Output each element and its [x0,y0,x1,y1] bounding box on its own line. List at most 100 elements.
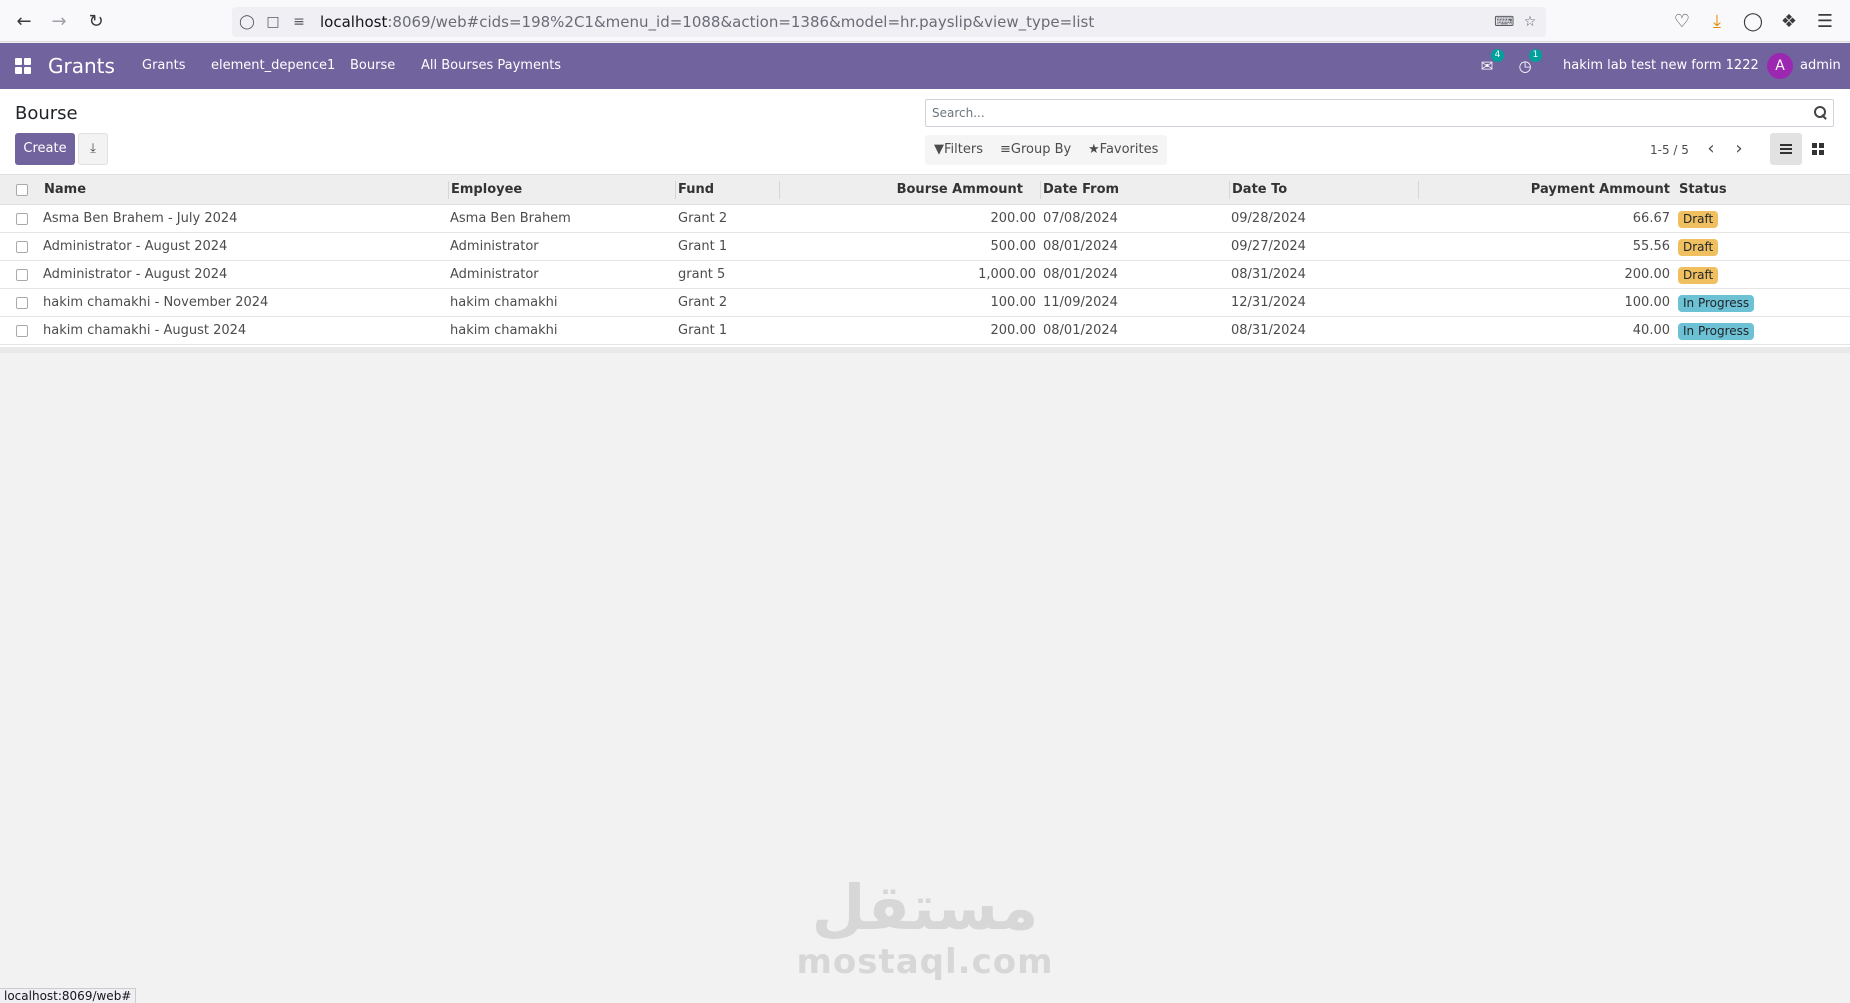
filters-button[interactable]: ▼Filters [934,135,983,165]
column-divider[interactable] [1040,181,1041,199]
user-avatar[interactable]: A [1767,53,1793,79]
apps-grid-icon[interactable] [15,58,32,75]
menu-grants[interactable]: Grants [142,57,186,75]
row-checkbox[interactable] [16,213,28,225]
column-divider[interactable] [675,181,676,199]
cell-name: hakim chamakhi - November 2024 [43,295,269,310]
table-row[interactable]: hakim chamakhi - November 2024 hakim cha… [0,289,1850,317]
cell-bourse-amount: 100.00 [990,295,1037,310]
permissions-icon[interactable]: ≡ [290,13,308,31]
search-input[interactable] [926,100,1806,126]
export-download-icon[interactable]: ⤓ [78,133,108,165]
cell-name: Administrator - August 2024 [43,239,228,254]
page-info-icon[interactable]: □ [264,13,282,31]
menu-element-depence1[interactable]: element_depence1 [211,57,335,75]
table-row[interactable]: Administrator - August 2024 Administrato… [0,233,1850,261]
pager-value[interactable]: 1-5 / 5 [1650,141,1689,159]
cell-payment-amount: 55.56 [1632,239,1670,254]
search-bar [925,99,1834,127]
cell-bourse-amount: 200.00 [990,323,1037,338]
cell-bourse-amount: 500.00 [990,239,1037,254]
pager-previous-icon[interactable]: ‹ [1700,137,1722,161]
favorites-button[interactable]: ★Favorites [1088,135,1158,165]
cell-fund: Grant 2 [678,295,728,310]
status-badge: In Progress [1678,295,1755,312]
address-bar[interactable]: ◯ □ ≡ localhost:8069/web#cids=198%2C1&me… [232,7,1546,37]
translate-icon[interactable]: ⌨ [1494,13,1514,31]
list-view-table: Name Employee Fund Bourse Ammount Date F… [0,175,1850,353]
row-checkbox[interactable] [16,325,28,337]
cell-bourse-amount: 1,000.00 [978,267,1036,282]
list-view-icon[interactable] [1770,133,1802,165]
cell-date-from: 11/09/2024 [1043,295,1118,310]
reload-icon[interactable]: ↻ [84,10,108,34]
main-navbar: Grants Grants element_depence1 Bourse Al… [0,43,1850,89]
cell-fund: Grant 2 [678,211,728,226]
table-header: Name Employee Fund Bourse Ammount Date F… [0,175,1850,205]
column-bourse-amount[interactable]: Bourse Ammount [897,175,1023,205]
forward-arrow-icon[interactable]: → [47,10,71,34]
table-row[interactable]: Asma Ben Brahem - July 2024 Asma Ben Bra… [0,205,1850,233]
column-name[interactable]: Name [44,175,86,205]
funnel-icon: ▼ [934,142,944,157]
activities-clock-icon[interactable]: ◷ 1 [1514,49,1542,76]
page-title: Bourse [15,103,78,124]
row-checkbox[interactable] [16,269,28,281]
cell-employee: hakim chamakhi [450,295,558,310]
download-icon[interactable]: ⤓ [1705,10,1729,34]
select-all-checkbox[interactable] [16,184,28,196]
create-button[interactable]: Create [15,133,75,165]
group-by-button[interactable]: ≡Group By [1000,135,1071,165]
cell-name: Asma Ben Brahem - July 2024 [43,211,238,226]
url-text[interactable]: localhost:8069/web#cids=198%2C1&menu_id=… [320,13,1094,31]
column-divider[interactable] [1418,181,1419,199]
menu-all-bourses-payments[interactable]: All Bourses Payments [421,57,561,75]
company-switcher[interactable]: hakim lab test new form 1222 [1563,57,1759,75]
row-checkbox[interactable] [16,297,28,309]
search-icon[interactable] [1813,105,1829,121]
user-menu[interactable]: admin [1800,57,1841,75]
column-status[interactable]: Status [1679,175,1727,205]
cell-date-to: 12/31/2024 [1231,295,1306,310]
activities-count-badge: 1 [1529,49,1542,62]
status-badge: Draft [1678,239,1719,256]
group-by-label: Group By [1010,142,1072,157]
cell-fund: grant 5 [678,267,726,282]
pocket-icon[interactable]: ♡ [1670,10,1694,34]
column-fund[interactable]: Fund [678,175,714,205]
cell-fund: Grant 1 [678,239,728,254]
messages-count-badge: 4 [1491,49,1504,62]
star-icon: ★ [1088,142,1100,157]
shield-icon[interactable]: ◯ [238,13,256,31]
column-employee[interactable]: Employee [451,175,522,205]
app-name[interactable]: Grants [48,53,115,79]
pager-next-icon[interactable]: › [1728,137,1750,161]
cell-date-from: 08/01/2024 [1043,239,1118,254]
cell-name: hakim chamakhi - August 2024 [43,323,247,338]
column-divider[interactable] [779,181,780,199]
messages-icon[interactable]: ✉ 4 [1476,49,1504,76]
url-path: :8069/web#cids=198%2C1&menu_id=1088&acti… [387,13,1095,31]
watermark-latin: mostaql.com [796,942,1054,982]
row-checkbox[interactable] [16,241,28,253]
column-date-to[interactable]: Date To [1232,175,1287,205]
cell-name: Administrator - August 2024 [43,267,228,282]
table-row[interactable]: Administrator - August 2024 Administrato… [0,261,1850,289]
table-row[interactable]: hakim chamakhi - August 2024 hakim chama… [0,317,1850,345]
cell-date-to: 09/28/2024 [1231,211,1306,226]
bookmark-star-icon[interactable]: ☆ [1521,13,1539,31]
kanban-view-icon[interactable] [1802,133,1834,165]
column-payment-amount[interactable]: Payment Ammount [1531,175,1670,205]
column-divider[interactable] [448,181,449,199]
back-arrow-icon[interactable]: ← [12,10,36,34]
cell-employee: Asma Ben Brahem [450,211,571,226]
browser-toolbar: ← → ↻ ◯ □ ≡ localhost:8069/web#cids=198%… [0,0,1850,42]
cell-date-from: 07/08/2024 [1043,211,1118,226]
menu-bourse[interactable]: Bourse [350,57,395,75]
column-divider[interactable] [1229,181,1230,199]
status-badge: Draft [1678,267,1719,284]
menu-hamburger-icon[interactable]: ☰ [1813,10,1837,34]
extensions-icon[interactable]: ❖ [1777,10,1801,34]
account-icon[interactable]: ◯ [1741,10,1765,34]
column-date-from[interactable]: Date From [1043,175,1119,205]
